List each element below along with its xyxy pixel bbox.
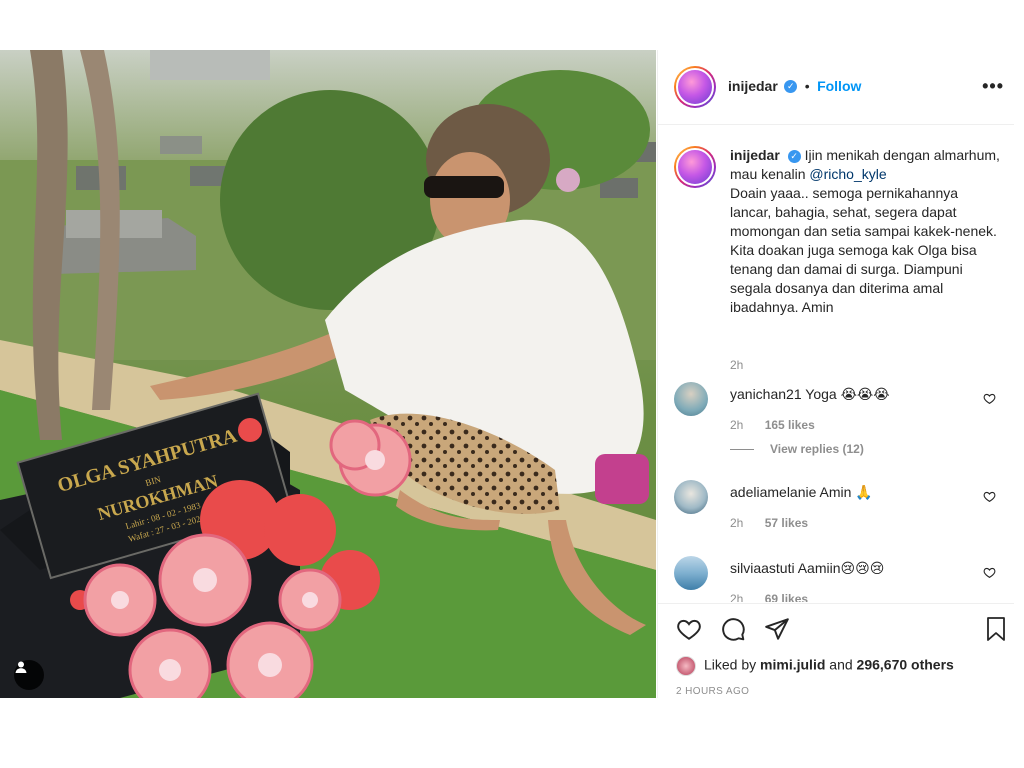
more-options-icon[interactable]: ••• — [982, 76, 1004, 97]
photo-illustration: OLGA SYAHPUTRA BIN NUROKHMAN Lahir : 08 … — [0, 50, 656, 698]
comment-text: Aamiin😢😢😢 — [797, 560, 885, 576]
user-tag-button[interactable] — [14, 660, 44, 690]
comment-like-heart-icon[interactable] — [983, 566, 996, 579]
comment-like-heart-icon[interactable] — [983, 392, 996, 405]
caption-avatar[interactable] — [674, 146, 716, 188]
liked-by-prefix: Liked by — [704, 656, 761, 673]
comment-likes[interactable]: 165 likes — [765, 418, 815, 432]
comment-meta: 2h 69 likes — [730, 592, 826, 602]
verified-badge-icon: ✓ — [784, 80, 798, 94]
comment-text: Amin 🙏 — [819, 484, 873, 500]
commenter-username[interactable]: silviaastuti — [730, 560, 795, 576]
comment-icon[interactable] — [720, 616, 746, 642]
comment-meta: 2h 57 likes — [730, 516, 826, 530]
comment-line: adeliamelanie Amin 🙏 — [730, 484, 873, 501]
commenter-avatar[interactable] — [674, 382, 708, 416]
commenter-avatar[interactable] — [674, 556, 708, 590]
view-replies-label: View replies (12) — [770, 442, 864, 456]
post-actions: Liked by mimi.julid and 296,670 others 2… — [658, 603, 1014, 698]
heart-icon[interactable] — [676, 616, 702, 642]
comment-likes[interactable]: 69 likes — [765, 592, 808, 602]
author-username[interactable]: inijedar — [728, 78, 778, 94]
view-replies-button[interactable]: View replies (12) — [730, 442, 864, 456]
post-photo[interactable]: OLGA SYAHPUTRA BIN NUROKHMAN Lahir : 08 … — [0, 50, 656, 698]
commenter-username[interactable]: adeliamelanie — [730, 484, 816, 500]
comment-likes[interactable]: 57 likes — [765, 516, 808, 530]
liked-by-others[interactable]: 296,670 others — [857, 657, 954, 673]
author-line: inijedar ✓ • Follow — [728, 78, 861, 96]
comment-time: 2h — [730, 592, 744, 602]
comment-like-heart-icon[interactable] — [983, 490, 996, 503]
comment-time: 2h — [730, 516, 744, 530]
author-avatar[interactable] — [674, 66, 716, 108]
user-tag-icon — [15, 661, 27, 673]
liked-by-and: and — [825, 656, 857, 673]
caption-username[interactable]: inijedar — [730, 147, 780, 163]
liked-by-line[interactable]: Liked by mimi.julid and 296,670 others — [676, 656, 954, 676]
bookmark-icon[interactable] — [984, 616, 1008, 642]
comment-time: 2h — [730, 418, 744, 432]
comment-line: yanichan21 Yoga 😭😭😭 — [730, 386, 890, 403]
replies-divider — [730, 449, 754, 451]
verified-badge-icon: ✓ — [787, 149, 801, 163]
post-side-panel: inijedar ✓ • Follow ••• inijedar ✓ Ijin … — [657, 50, 1014, 698]
comments-section[interactable]: inijedar ✓ Ijin menikah dengan almarhum,… — [658, 126, 1014, 602]
commenter-username[interactable]: yanichan21 — [730, 386, 802, 402]
caption-time: 2h — [730, 358, 744, 372]
commenter-avatar[interactable] — [674, 480, 708, 514]
share-icon[interactable] — [764, 616, 790, 642]
comment-text: Yoga 😭😭😭 — [805, 386, 890, 402]
comment-meta: 2h 165 likes — [730, 418, 833, 432]
follow-button[interactable]: Follow — [817, 78, 861, 94]
post-header: inijedar ✓ • Follow ••• — [658, 50, 1014, 125]
caption-text: inijedar ✓ Ijin menikah dengan almarhum,… — [730, 146, 1000, 317]
caption-body-end: Doain yaaa.. semoga pernikahannya lancar… — [730, 185, 997, 315]
liker-avatar[interactable] — [676, 656, 696, 676]
liked-by-user[interactable]: mimi.julid — [760, 657, 825, 673]
post-timestamp[interactable]: 2 HOURS AGO — [676, 686, 749, 697]
comment-line: silviaastuti Aamiin😢😢😢 — [730, 560, 884, 577]
caption-mention-link[interactable]: @richo_kyle — [809, 166, 886, 182]
separator-dot: • — [804, 78, 810, 94]
